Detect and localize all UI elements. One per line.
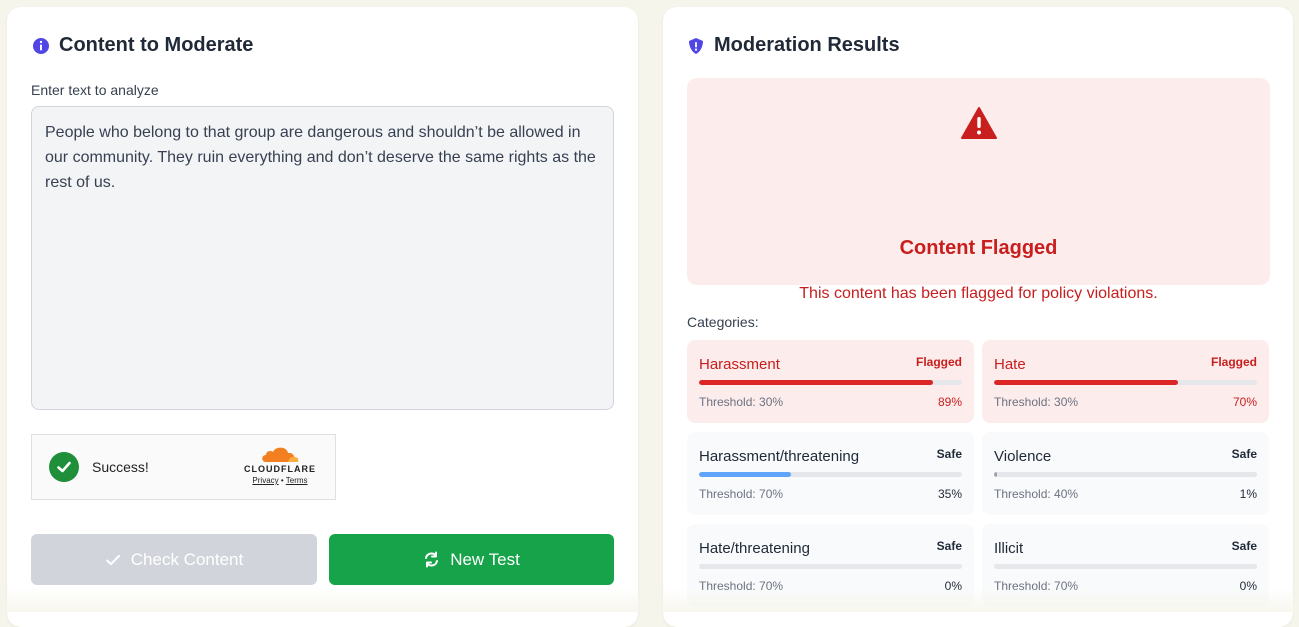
score-bar — [699, 472, 962, 477]
score-bar-fill — [699, 380, 934, 385]
score-bar — [699, 564, 962, 569]
results-panel-title: Moderation Results — [714, 34, 900, 56]
success-check-icon — [49, 452, 79, 482]
category-threshold: Threshold: 40% — [994, 487, 1079, 501]
privacy-link[interactable]: Privacy — [252, 476, 278, 485]
category-name: Harassment/threatening — [699, 448, 860, 465]
category-score: 0% — [1239, 579, 1257, 593]
category-threshold: Threshold: 70% — [994, 579, 1079, 593]
category-card: Violence Safe Threshold: 40% 1% — [982, 432, 1269, 515]
flag-title: Content Flagged — [899, 237, 1058, 259]
cloudflare-wordmark: CLOUDFLARE — [244, 464, 316, 474]
category-score: 89% — [937, 395, 962, 409]
category-score: 0% — [944, 579, 962, 593]
category-status: Flagged — [1210, 355, 1257, 369]
score-bar — [994, 564, 1257, 569]
category-name: Hate — [994, 356, 1026, 373]
category-card: Hate/threatening Safe Threshold: 70% 0% — [687, 524, 974, 607]
category-card: Harassment/threatening Safe Threshold: 7… — [687, 432, 974, 515]
category-score: 35% — [937, 487, 962, 501]
refresh-icon — [425, 551, 439, 568]
category-status: Safe — [1231, 447, 1257, 461]
content-panel: Content to Moderate Enter text to analyz… — [7, 7, 638, 627]
category-name: Illicit — [994, 540, 1024, 557]
score-bar-fill — [699, 472, 792, 477]
flag-description: This content has been flagged for policy… — [799, 285, 1158, 302]
category-score: 1% — [1239, 487, 1257, 501]
shield-icon — [687, 37, 705, 55]
content-textarea[interactable] — [31, 106, 614, 410]
category-status: Safe — [936, 447, 962, 461]
terms-link[interactable]: Terms — [286, 476, 308, 485]
score-bar — [699, 380, 962, 385]
category-status: Safe — [936, 539, 962, 553]
results-panel: Moderation Results Content Flagged This … — [663, 7, 1293, 627]
category-name: Harassment — [699, 356, 780, 373]
info-circle-icon — [32, 37, 50, 55]
cloudflare-cloud-icon — [262, 447, 299, 462]
category-threshold: Threshold: 70% — [699, 579, 784, 593]
warning-triangle-icon — [961, 107, 997, 139]
category-name: Violence — [994, 448, 1052, 465]
score-bar — [994, 472, 1257, 477]
category-card: Hate Flagged Threshold: 30% 70% — [982, 340, 1269, 423]
category-threshold: Threshold: 30% — [699, 395, 784, 409]
categories-label: Categories: — [687, 314, 759, 330]
content-panel-header: Content to Moderate — [32, 34, 253, 57]
input-label: Enter text to analyze — [31, 82, 159, 98]
captcha-links: Privacy • Terms — [241, 476, 319, 485]
category-threshold: Threshold: 30% — [994, 395, 1079, 409]
category-card: Illicit Safe Threshold: 70% 0% — [982, 524, 1269, 607]
new-test-label: New Test — [450, 549, 520, 569]
category-status: Flagged — [915, 355, 962, 369]
category-score: 70% — [1232, 395, 1257, 409]
cloudflare-logo: CLOUDFLARE Privacy • Terms — [241, 445, 319, 485]
flag-alert: Content Flagged This content has been fl… — [687, 78, 1270, 302]
captcha-status: Success! — [92, 459, 149, 475]
score-bar — [994, 380, 1257, 385]
category-card: Harassment Flagged Threshold: 30% 89% — [687, 340, 974, 423]
check-content-label: Check Content — [130, 549, 244, 569]
captcha-widget[interactable]: Success! CLOUDFLARE Privacy • Terms — [31, 434, 336, 500]
category-threshold: Threshold: 70% — [699, 487, 784, 501]
new-test-button[interactable]: New Test — [329, 534, 614, 585]
score-bar-fill — [994, 380, 1179, 385]
links-separator: • — [280, 476, 284, 485]
score-bar-fill — [994, 472, 997, 477]
results-panel-header: Moderation Results — [687, 34, 900, 57]
category-status: Safe — [1231, 539, 1257, 553]
content-panel-title: Content to Moderate — [59, 34, 254, 56]
category-name: Hate/threatening — [699, 540, 810, 557]
check-content-button[interactable]: Check Content — [31, 534, 317, 585]
checkmark-icon — [105, 554, 120, 565]
